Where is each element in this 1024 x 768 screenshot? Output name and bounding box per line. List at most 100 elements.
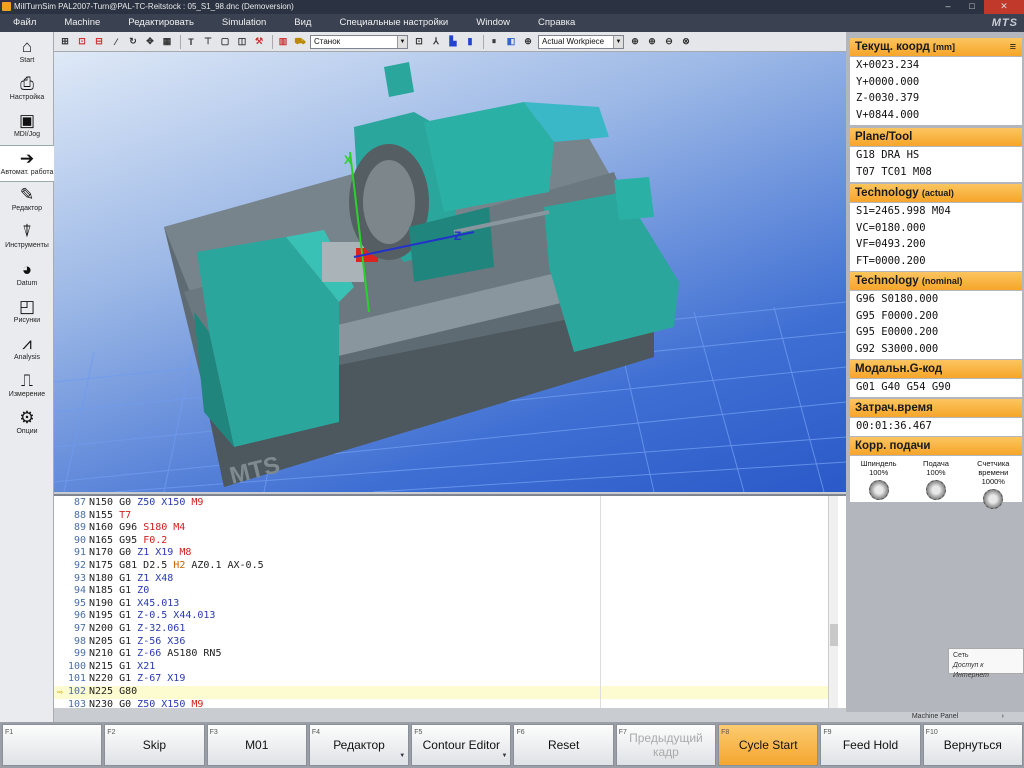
window-controls: – □ ✕ xyxy=(936,0,1024,14)
menu-item[interactable]: Файл xyxy=(0,14,51,32)
menu-item[interactable]: Вид xyxy=(281,14,326,32)
clip-icon[interactable]: ⊟ xyxy=(92,35,106,49)
code-line[interactable]: 92 N175 G81 D2.5 H2 AZ0.1 AX-0.5 xyxy=(54,560,834,573)
menu-item[interactable]: Специальные настройки xyxy=(326,14,463,32)
axis-icon[interactable]: ⅄ xyxy=(429,35,443,49)
fkey-button[interactable]: F8 Cycle Start xyxy=(718,724,819,766)
sidebar-item[interactable]: ◰ Рисунки xyxy=(0,294,54,331)
code-line[interactable]: 87 N150 G0 Z50 X150 M9 xyxy=(54,497,834,510)
code-token: N205 G1 xyxy=(89,635,138,647)
fkey-button[interactable]: F10 Вернуться xyxy=(922,724,1023,766)
code-token: N200 G1 xyxy=(89,623,138,634)
code-line[interactable]: 91 N170 G0 Z1 X19 M8 xyxy=(54,547,834,560)
zoom-out-icon[interactable]: ⊖ xyxy=(662,35,676,49)
toolbar-separator xyxy=(180,34,181,49)
close-icon[interactable]: ✕ xyxy=(984,0,1024,14)
workpiece-icon[interactable]: ⊕ xyxy=(521,35,535,49)
code-token: X21 xyxy=(137,660,156,672)
override-knob-icon[interactable] xyxy=(983,489,1004,509)
code-line[interactable]: 93 N180 G1 Z1 X48 xyxy=(54,573,834,586)
sidebar-item[interactable]: ⚙ Опции xyxy=(0,405,54,442)
sidebar-item[interactable]: ⎙ Настройка xyxy=(0,71,54,108)
code-line[interactable]: 96 N195 G1 Z-0.5 X44.013 xyxy=(54,610,834,623)
workpiece-select[interactable]: Actual Workpiece ▼ xyxy=(538,34,624,49)
code-line[interactable]: 103 N230 G0 Z50 X150 M9 xyxy=(54,699,834,708)
fkey-button[interactable]: F1 xyxy=(2,724,103,766)
code-token: N230 G0 xyxy=(89,698,138,708)
cube-icon[interactable]: ◧ xyxy=(504,35,518,49)
axis-z-label: Z xyxy=(454,229,461,243)
toolbar-separator xyxy=(483,34,484,49)
bar-icon[interactable]: ▮ xyxy=(463,35,477,49)
sidebar-item[interactable]: ⌂ Start xyxy=(0,34,54,71)
transparency-icon[interactable]: ◫ xyxy=(235,35,249,49)
code-line[interactable]: 97 N200 G1 Z-32.061 xyxy=(54,623,834,636)
override-knob-icon[interactable] xyxy=(868,480,889,500)
move-icon[interactable]: ✥ xyxy=(143,35,157,49)
chart-icon[interactable]: ▙ xyxy=(446,35,460,49)
fkey-button[interactable]: F6 Reset xyxy=(513,724,614,766)
sim-control-icon[interactable]: ⏸ xyxy=(487,35,501,49)
machine-3d-viewport[interactable]: X Z MTS xyxy=(54,52,846,492)
modal-body: G01 G40 G54 G90 xyxy=(850,379,1022,397)
code-line[interactable]: 100 N215 G1 X21 xyxy=(54,661,834,674)
view-select[interactable]: Станок ▼ xyxy=(310,34,408,49)
text-frame-icon[interactable]: ⊤ xyxy=(201,35,215,49)
fkey-button[interactable]: F4 Редактор ▼ xyxy=(308,724,410,766)
zoom-in-icon[interactable]: ⊕ xyxy=(645,35,659,49)
menu-item[interactable]: Справка xyxy=(525,14,590,32)
datum-icon: ◕ xyxy=(21,260,33,279)
text-icon[interactable]: T xyxy=(184,35,198,49)
fkey-number: F2 xyxy=(107,729,116,736)
menu-icon[interactable]: ≡ xyxy=(1010,38,1016,56)
nc-program-editor[interactable]: 87 N150 G0 Z50 X150 M9 88 N155 T7 89 N160 G96… xyxy=(54,494,846,708)
fkey-button[interactable]: F9 Feed Hold xyxy=(820,724,921,766)
rotate-icon[interactable]: ↻ xyxy=(126,35,140,49)
settings-icon[interactable]: ⊡ xyxy=(412,35,426,49)
sidebar-item[interactable]: ▣ MDI/Jog xyxy=(0,108,54,145)
fkey-button[interactable]: F2 Skip xyxy=(104,724,205,766)
sidebar-item[interactable]: ➔ Автомат. работа xyxy=(0,145,54,182)
code-line[interactable]: 89 N160 G96 S180 M4 xyxy=(54,522,834,535)
wireframe-icon[interactable]: ⁄ xyxy=(109,35,123,49)
info-icon[interactable]: ▦ xyxy=(160,35,174,49)
editor-scrollbar[interactable] xyxy=(828,496,838,708)
override-value: 1000% xyxy=(981,477,1005,486)
menu-item[interactable]: Simulation xyxy=(209,14,281,32)
sidebar-item[interactable]: ✎ Редактор xyxy=(0,182,54,219)
code-line[interactable]: 95 N190 G1 X45.013 xyxy=(54,598,834,611)
menu-item[interactable]: Window xyxy=(463,14,525,32)
fkey-button[interactable]: F5 Contour Editor ▼ xyxy=(411,724,512,766)
scrollbar-thumb[interactable] xyxy=(830,624,838,646)
sidebar-item[interactable]: ⎍ Измерение xyxy=(0,368,54,405)
machine-panel-tab[interactable]: Machine Panel › xyxy=(846,712,1024,722)
sidebar-item[interactable]: ⍒ Инструменты xyxy=(0,219,54,256)
camera-icon[interactable]: ⛟ xyxy=(293,35,307,49)
sidebar-item[interactable]: ◕ Datum xyxy=(0,257,54,294)
code-line[interactable]: 99 N210 G1 Z-66 AS180 RN5 xyxy=(54,648,834,661)
fkey-number: F10 xyxy=(925,729,938,736)
fit-view-icon[interactable]: ⊞ xyxy=(58,35,72,49)
fkey-button[interactable]: F3 M01 xyxy=(206,724,307,766)
code-line[interactable]: 90 N165 G95 F0.2 xyxy=(54,535,834,548)
zoom-frame-icon[interactable]: ⊡ xyxy=(75,35,89,49)
code-line[interactable]: 88 N155 T7 xyxy=(54,510,834,523)
code-line[interactable]: 98 N205 G1 Z-56 X36 xyxy=(54,636,834,649)
maximize-icon[interactable]: □ xyxy=(960,0,984,14)
panel-value: VC=0180.000 xyxy=(856,221,926,234)
menu-item[interactable]: Machine xyxy=(51,14,115,32)
code-line[interactable]: ⇨ 102 N225 G80 xyxy=(54,686,834,699)
zoom-window-icon[interactable]: ⊗ xyxy=(679,35,693,49)
code-line[interactable]: 101 N220 G1 Z-67 X19 xyxy=(54,673,834,686)
menu-item[interactable]: Редактировать xyxy=(115,14,209,32)
layers-icon[interactable]: ▥ xyxy=(276,35,290,49)
zoom-all-icon[interactable]: ⊕ xyxy=(628,35,642,49)
tech-actual-body: S1=2465.998 M04 VC=0180.000 VF=0493.200 FT=… xyxy=(850,203,1022,271)
shape-icon[interactable]: ▢ xyxy=(218,35,232,49)
minimize-icon[interactable]: – xyxy=(936,0,960,14)
override-body: Шпиндель 100% Подача 100% Счетчика времени 10… xyxy=(850,456,1022,509)
tool-path-icon[interactable]: ⚒ xyxy=(252,35,266,49)
code-line[interactable]: 94 N185 G1 Z0 xyxy=(54,585,834,598)
sidebar-item[interactable]: ⩘ Analysis xyxy=(0,331,54,368)
override-knob-icon[interactable] xyxy=(925,480,946,500)
